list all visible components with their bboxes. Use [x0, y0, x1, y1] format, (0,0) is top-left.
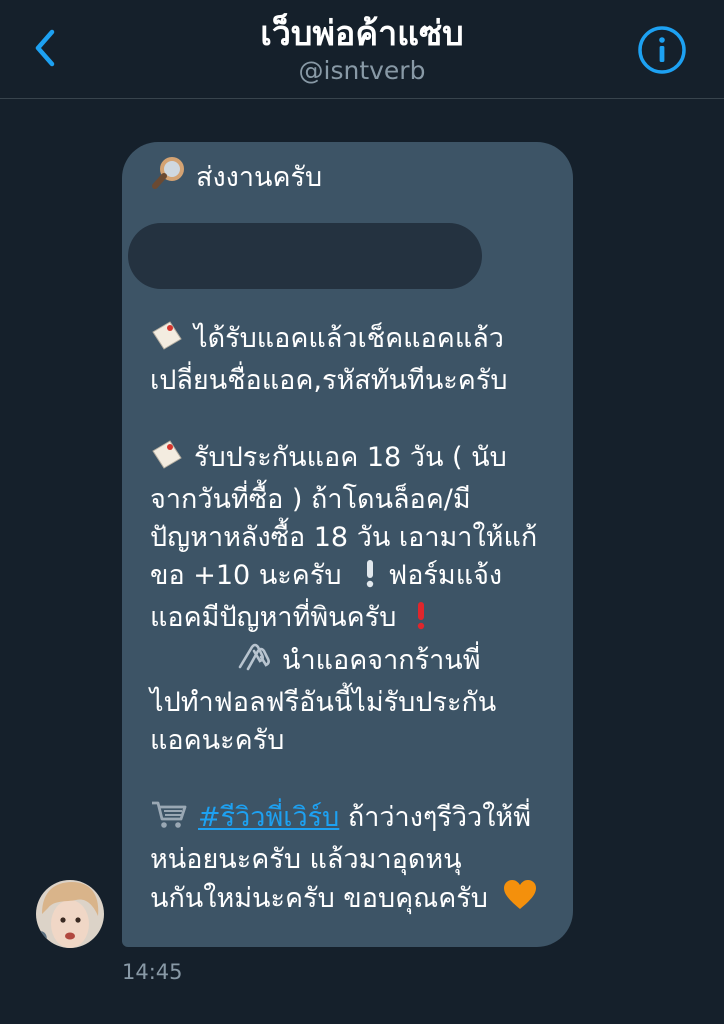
message-text: ฟอร์มแจ้ง [388, 560, 503, 591]
message-text: แอคมีปัญหาที่พินครับ [150, 602, 397, 633]
message-text: นกันใหม่นะครับ ขอบคุณครับ [150, 883, 488, 914]
message-line: ขอ +10 นะครับ ฟอร์มแจ้ง [150, 557, 547, 599]
message-text: ถ้าว่างๆรีวิวให้พี่ [347, 802, 531, 833]
dm-conversation-screen: เว็บพ่อค้าแซ่บ @isntverb ส่งงานครับ ได้ร… [0, 0, 724, 1024]
exclamation-icon [413, 600, 429, 641]
paperclip-icon [234, 641, 272, 684]
info-icon [638, 26, 686, 74]
message-line: ไปทำฟอลฟรีอันนี้ไม่รับประกัน [150, 687, 497, 718]
message-text: ขอ +10 นะครับ [150, 560, 342, 591]
info-button[interactable] [636, 24, 688, 76]
cart-icon [150, 798, 188, 841]
avatar-image [36, 880, 104, 948]
message-timestamp: 14:45 [122, 960, 183, 984]
message-line: รับประกันแอค 18 วัน ( นับ [150, 438, 547, 481]
message-line: ส่งงานครับ [150, 156, 547, 201]
orange-heart-icon [503, 879, 537, 922]
conversation-header: เว็บพ่อค้าแซ่บ @isntverb [0, 0, 724, 99]
message-line: จากวันที่ซื้อ ) ถ้าโดนล็อค/มี [150, 484, 471, 515]
tag-icon [150, 319, 184, 362]
message-line: ได้รับแอคแล้วเช็คแอคแล้ว [150, 319, 547, 362]
message-line: เปลี่ยนชื่อแอค,รหัสทันทีนะครับ [150, 365, 508, 396]
message-text: รับประกันแอค 18 วัน ( นับ [194, 442, 507, 473]
message-line: #รีวิวพี่เวิร์บ ถ้าว่างๆรีวิวให้พี่ [150, 798, 547, 841]
message-text: ได้รับแอคแล้วเช็คแอคแล้ว [194, 323, 504, 354]
message-text: นำแอคจากร้านพี่ [282, 645, 481, 676]
conversation-handle[interactable]: @isntverb [0, 56, 724, 86]
message-bubble[interactable]: ส่งงานครับ ได้รับแอคแล้วเช็คแอคแล้ว เปลี… [122, 142, 573, 947]
exclamation-icon [362, 558, 378, 599]
magnifier-icon [150, 156, 186, 201]
message-line: หน่อยนะครับ แล้วมาอุดหนุ [150, 844, 462, 875]
tag-icon [150, 438, 184, 481]
message-line: นกันใหม่นะครับ ขอบคุณครับ [150, 879, 547, 922]
hashtag-link[interactable]: #รีวิวพี่เวิร์บ [198, 802, 339, 833]
message-line: แอคนะครับ [150, 725, 285, 756]
message-line: แอคมีปัญหาที่พินครับ [150, 599, 547, 641]
message-text: ส่งงานครับ [196, 162, 323, 193]
message-line: นำแอคจากร้านพี่ [150, 641, 547, 684]
conversation-title[interactable]: เว็บพ่อค้าแซ่บ [0, 12, 724, 56]
redacted-block [128, 223, 482, 289]
sender-avatar[interactable] [36, 880, 104, 948]
message-line: ปัญหาหลังซื้อ 18 วัน เอามาให้แก้ [150, 522, 538, 553]
